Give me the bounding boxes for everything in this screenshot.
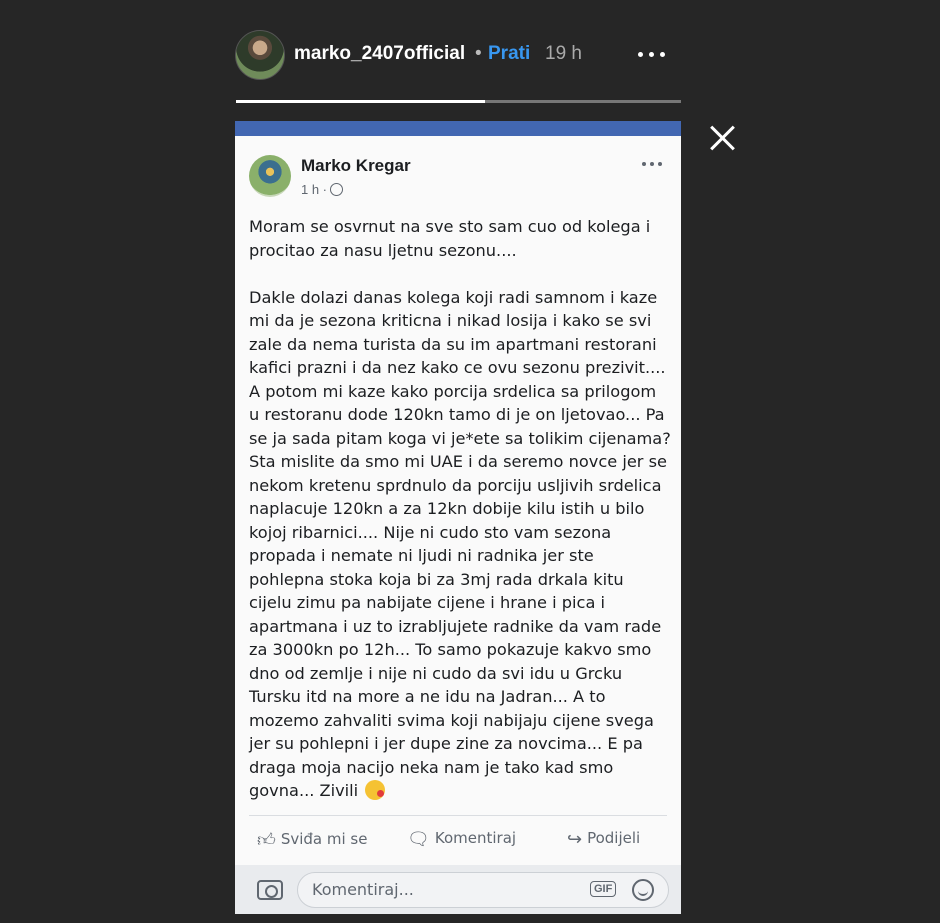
share-arrow-icon: ↪ xyxy=(567,829,583,850)
separator-dot: • xyxy=(475,43,482,64)
share-label: Podijeli xyxy=(587,829,641,847)
story-progress-bar xyxy=(236,100,681,103)
more-options-icon[interactable] xyxy=(635,36,671,70)
post-more-icon xyxy=(640,157,664,171)
post-body: Moram se osvrnut na sve sto sam cuo od k… xyxy=(249,215,671,803)
divider xyxy=(249,815,667,816)
story-header: marko_2407official • Prati 19 h xyxy=(235,30,681,80)
share-action: ↪ Podijeli xyxy=(567,829,640,850)
post-topbar xyxy=(235,121,681,136)
post-author-name: Marko Kregar xyxy=(301,156,411,175)
like-action: 👍︎ Sviđa mi se xyxy=(257,829,367,851)
username[interactable]: marko_2407official xyxy=(294,43,465,65)
comment-bubble-icon: 🗨︎ xyxy=(407,829,430,850)
kiss-emoji-icon xyxy=(365,780,386,800)
globe-icon xyxy=(330,183,344,196)
story-progress-fill xyxy=(236,100,486,103)
follow-button[interactable]: Prati xyxy=(488,43,530,65)
post-meta: 1 h · xyxy=(301,182,344,197)
story-time: 19 h xyxy=(545,43,582,64)
thumbs-up-icon: 👍︎ xyxy=(257,830,276,851)
comment-action: 🗨︎ Komentiraj xyxy=(407,829,516,850)
like-label: Sviđa mi se xyxy=(280,830,368,848)
post-actions: 👍︎ Sviđa mi se 🗨︎ Komentiraj ↪ Podijeli xyxy=(235,821,681,859)
close-icon[interactable] xyxy=(706,122,738,154)
emoji-smile-icon xyxy=(632,879,654,901)
post-author-avatar xyxy=(249,155,291,197)
camera-icon xyxy=(257,880,283,900)
comment-label: Komentiraj xyxy=(434,829,517,847)
facebook-post-screenshot: Marko Kregar 1 h · Moram se osvrnut na s… xyxy=(235,121,681,914)
post-time: 1 h · xyxy=(301,182,328,197)
comment-bar: Komentiraj... GIF xyxy=(235,865,681,914)
gif-icon: GIF xyxy=(590,881,617,897)
post-text: Moram se osvrnut na sve sto sam cuo od k… xyxy=(249,217,671,800)
user-avatar[interactable] xyxy=(235,30,285,80)
